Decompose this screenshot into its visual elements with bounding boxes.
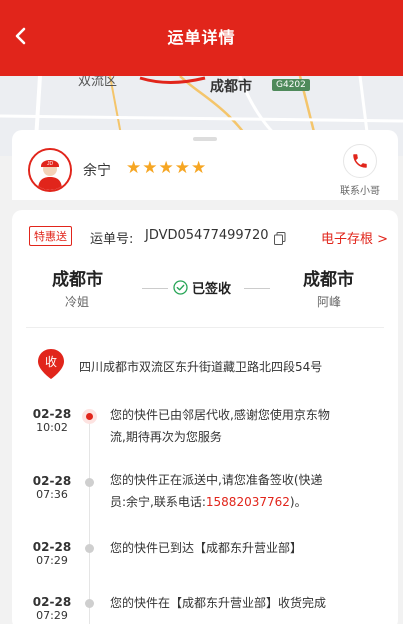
timeline-date: 02-28 07:29	[32, 540, 72, 568]
timeline-event-text: 您的快件在【成都东升营业部】收货完成	[110, 596, 327, 610]
timeline-date: 02-28 07:29	[32, 595, 72, 623]
contact-courier-button[interactable]: 联系小哥	[330, 144, 390, 197]
waybill-label: 运单号:	[90, 232, 134, 247]
check-circle-icon	[173, 280, 188, 295]
timeline-event-text: 您的快件已由邻居代收,感谢您使用京东物 流,期待再次为您服务	[110, 408, 330, 444]
timeline-event-text: 您的快件正在派送中,请您准备签收(快递 员:余宁,联系电话:1588203776…	[110, 473, 323, 509]
timeline-line	[89, 415, 90, 624]
timeline-dot	[85, 544, 94, 553]
svg-text:JD: JD	[47, 161, 54, 167]
destination-city: 成都市	[303, 270, 354, 290]
map-label-district: 双流区	[78, 76, 118, 89]
drag-handle[interactable]	[193, 137, 217, 141]
timeline-date: 02-28 10:02	[32, 407, 72, 435]
sender-name: 冷姐	[65, 295, 90, 309]
contact-courier-label: 联系小哥	[340, 186, 380, 197]
divider	[26, 327, 384, 328]
timeline-dot-current	[82, 409, 97, 424]
timeline-event-text: 您的快件已到达【成都东升营业部】	[110, 541, 303, 555]
courier-name: 余宁	[83, 163, 111, 179]
origin-city: 成都市	[52, 270, 103, 290]
receive-pin-icon: 收	[37, 348, 65, 380]
road-shield: G4202	[272, 79, 310, 91]
timeline-dot	[85, 599, 94, 608]
courier-avatar: JD	[28, 148, 72, 192]
service-tag: 特惠送	[29, 226, 72, 246]
waybill-number: JDVD05477499720	[145, 228, 269, 243]
phone-icon	[343, 144, 377, 178]
courier-avatar-icon: JD	[30, 150, 70, 190]
recipient-name: 阿峰	[317, 295, 342, 309]
timeline-dot	[85, 478, 94, 487]
route-line-right	[244, 288, 270, 289]
page-title: 运单详情	[167, 28, 236, 47]
timeline-date: 02-28 07:36	[32, 474, 72, 502]
delivery-address: 四川成都市双流区东升街道藏卫路北四段54号	[79, 360, 323, 374]
waybill-card: 特惠送 运单号: JDVD05477499720 电子存根 > 成都市 冷姐 已…	[12, 210, 398, 624]
delivery-status-label: 已签收	[192, 282, 232, 297]
route-line-left	[142, 288, 168, 289]
svg-text:收: 收	[45, 355, 57, 369]
electronic-receipt-link[interactable]: 电子存根 >	[321, 228, 388, 247]
courier-phone-link[interactable]: 15882037762	[206, 495, 290, 509]
copy-icon[interactable]	[274, 230, 286, 245]
courier-rating-stars: ★★★★★	[126, 158, 208, 178]
map-label-city: 成都市	[210, 79, 252, 95]
delivery-status: 已签收	[173, 278, 231, 297]
app-header: 运单详情	[0, 0, 403, 76]
